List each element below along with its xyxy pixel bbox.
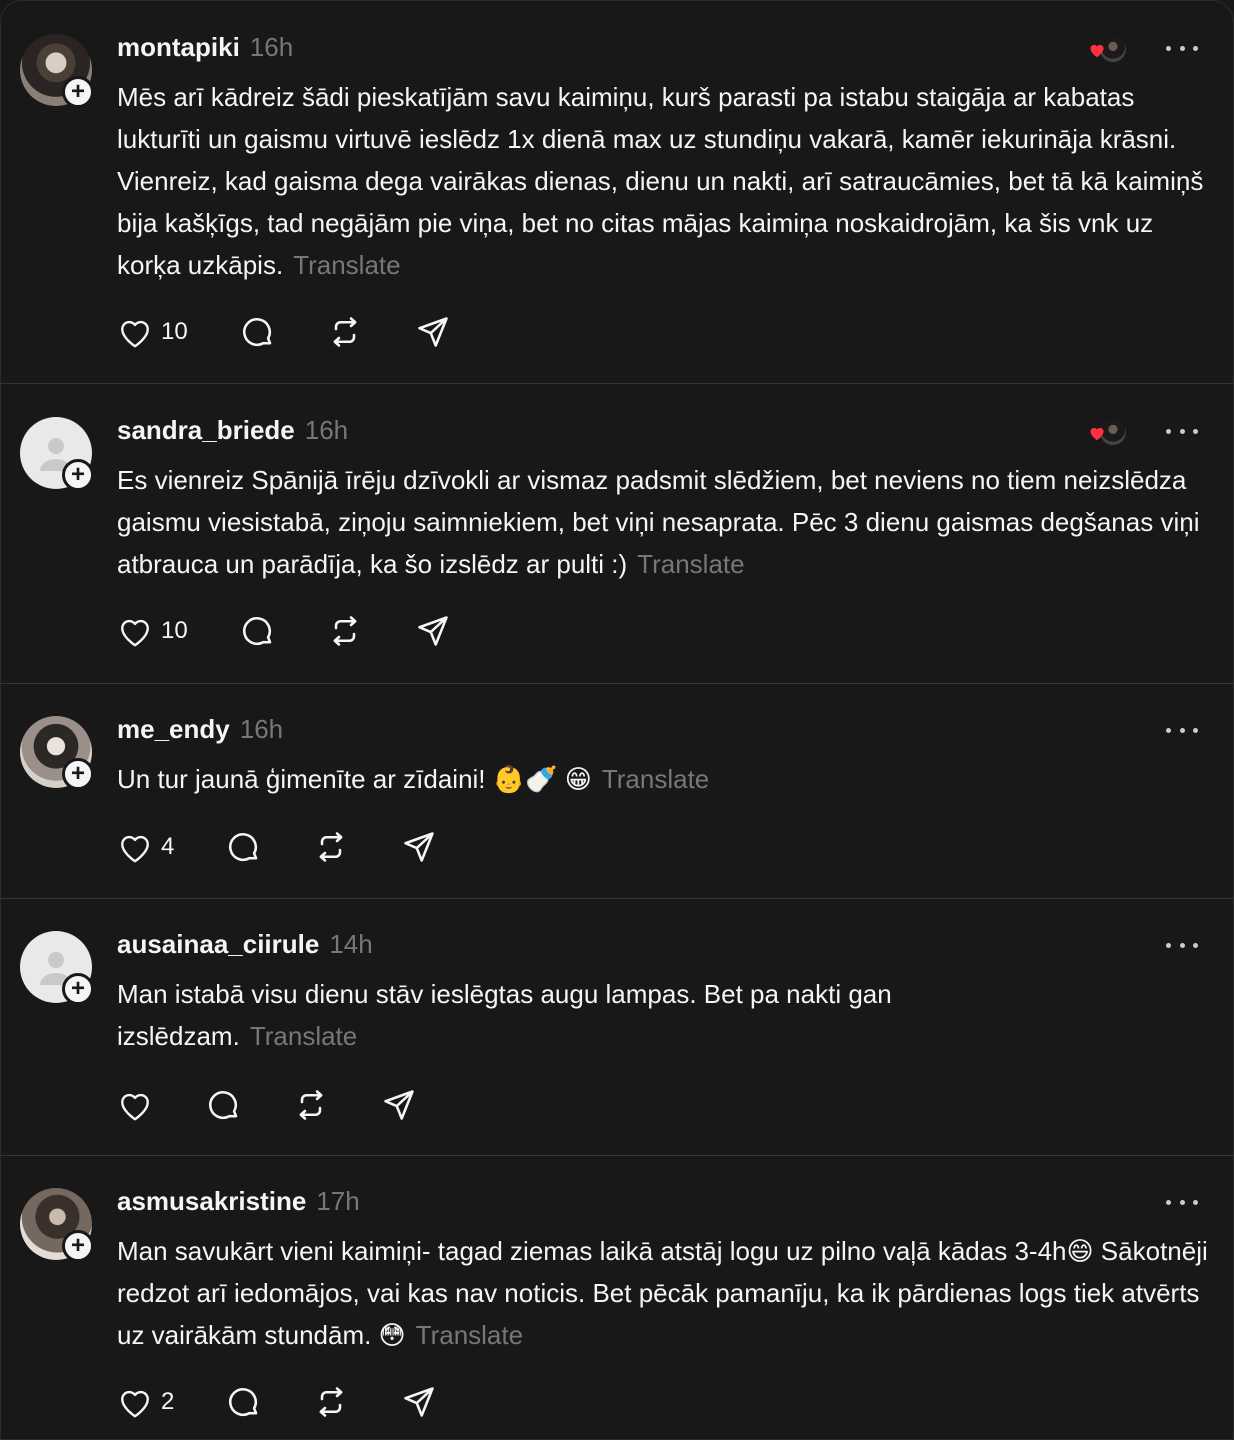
post-author[interactable]: montapiki 16h [117, 32, 293, 63]
follow-plus-icon[interactable]: + [62, 76, 94, 108]
repost-button[interactable] [327, 613, 363, 649]
post-text-block: Man istabā visu dienu stāv ieslēgtas aug… [117, 973, 1017, 1057]
post-author[interactable]: ausainaa_ciirule 14h [117, 929, 373, 960]
heart-red-icon [1090, 427, 1104, 441]
share-button[interactable] [415, 613, 451, 649]
comment-icon [228, 832, 258, 862]
repost-button[interactable] [313, 829, 349, 865]
repost-icon [319, 1387, 343, 1417]
heart-icon [121, 835, 149, 863]
translate-link[interactable]: Translate [293, 250, 400, 280]
like-button[interactable]: 2 [117, 1384, 174, 1420]
repost-button[interactable] [293, 1087, 329, 1123]
username[interactable]: me_endy [117, 714, 230, 744]
translate-link[interactable]: Translate [416, 1320, 523, 1350]
post-divider [0, 898, 1234, 899]
repost-button[interactable] [327, 314, 363, 350]
comment-icon [242, 616, 272, 646]
translate-link[interactable]: Translate [250, 1021, 357, 1051]
heart-red-icon [1090, 44, 1104, 58]
follow-plus-icon[interactable]: + [62, 758, 94, 790]
reply-button[interactable] [239, 613, 275, 649]
post-text: Mēs arī kādreiz šādi pieskatījām savu ka… [117, 82, 1204, 280]
post-text-block: Mēs arī kādreiz šādi pieskatījām savu ka… [117, 76, 1212, 286]
post-time: 16h [304, 415, 349, 445]
post-time: 17h [316, 1186, 360, 1216]
post-time: 14h [329, 929, 373, 959]
comment-icon [208, 1090, 238, 1120]
like-button[interactable] [117, 1087, 153, 1123]
send-icon [404, 832, 434, 862]
send-icon [418, 616, 448, 646]
repost-button[interactable] [313, 1384, 349, 1420]
share-button[interactable] [415, 314, 451, 350]
post-text: Un tur jaunā ģimenīte ar zīdaini! 👶🍼 😁 [117, 764, 592, 794]
like-button[interactable]: 10 [117, 314, 188, 350]
repost-icon [319, 832, 343, 862]
reply-button[interactable] [225, 829, 261, 865]
heart-icon [121, 320, 149, 348]
post-text-block: Es vienreiz Spānijā īrēju dzīvokli ar vi… [117, 459, 1212, 585]
more-icon[interactable] [1166, 43, 1198, 53]
repost-icon [299, 1090, 323, 1120]
like-button[interactable]: 10 [117, 613, 188, 649]
share-button[interactable] [401, 1384, 437, 1420]
more-icon[interactable] [1166, 725, 1198, 735]
post-divider [0, 1155, 1234, 1156]
heart-icon [121, 1093, 149, 1121]
reply-button[interactable] [225, 1384, 261, 1420]
username[interactable]: ausainaa_ciirule [117, 929, 319, 959]
post-text: Man istabā visu dienu stāv ieslēgtas aug… [117, 979, 892, 1051]
post-text-block: Man savukārt vieni kaimiņi- tagad ziemas… [117, 1230, 1212, 1356]
follow-plus-icon[interactable]: + [62, 459, 94, 491]
comment-icon [242, 317, 272, 347]
send-icon [404, 1387, 434, 1417]
like-button[interactable]: 4 [117, 829, 174, 865]
more-icon[interactable] [1166, 940, 1198, 950]
comment-icon [228, 1387, 258, 1417]
follow-plus-icon[interactable]: + [62, 973, 94, 1005]
heart-icon [121, 619, 149, 647]
translate-link[interactable]: Translate [602, 764, 709, 794]
username[interactable]: sandra_briede [117, 415, 295, 445]
post-divider [0, 383, 1234, 384]
send-icon [384, 1090, 414, 1120]
share-button[interactable] [401, 829, 437, 865]
send-icon [418, 317, 448, 347]
more-icon[interactable] [1166, 1197, 1198, 1207]
translate-link[interactable]: Translate [637, 549, 744, 579]
like-count: 10 [161, 617, 188, 644]
repost-icon [333, 317, 357, 347]
post-text: Man savukārt vieni kaimiņi- tagad ziemas… [117, 1236, 1208, 1350]
post-author[interactable]: me_endy 16h [117, 714, 283, 745]
reply-button[interactable] [239, 314, 275, 350]
post-text-block: Un tur jaunā ģimenīte ar zīdaini! 👶🍼 😁 Tr… [117, 758, 1212, 800]
username[interactable]: montapiki [117, 32, 240, 62]
liked-by-author-indicator [1088, 34, 1128, 64]
post-time: 16h [239, 714, 284, 744]
reply-button[interactable] [205, 1087, 241, 1123]
follow-plus-icon[interactable]: + [62, 1230, 94, 1262]
like-count: 10 [161, 318, 188, 345]
post-divider [0, 683, 1234, 684]
like-count: 4 [161, 833, 175, 860]
like-count: 2 [161, 1388, 175, 1415]
heart-icon [121, 1390, 149, 1418]
post-time: 16h [249, 32, 294, 62]
repost-icon [333, 616, 357, 646]
username[interactable]: asmusakristine [117, 1186, 306, 1216]
more-icon[interactable] [1166, 426, 1198, 436]
liked-by-author-indicator [1088, 417, 1128, 447]
post-author[interactable]: asmusakristine 17h [117, 1186, 360, 1217]
post-author[interactable]: sandra_briede 16h [117, 415, 348, 446]
share-button[interactable] [381, 1087, 417, 1123]
